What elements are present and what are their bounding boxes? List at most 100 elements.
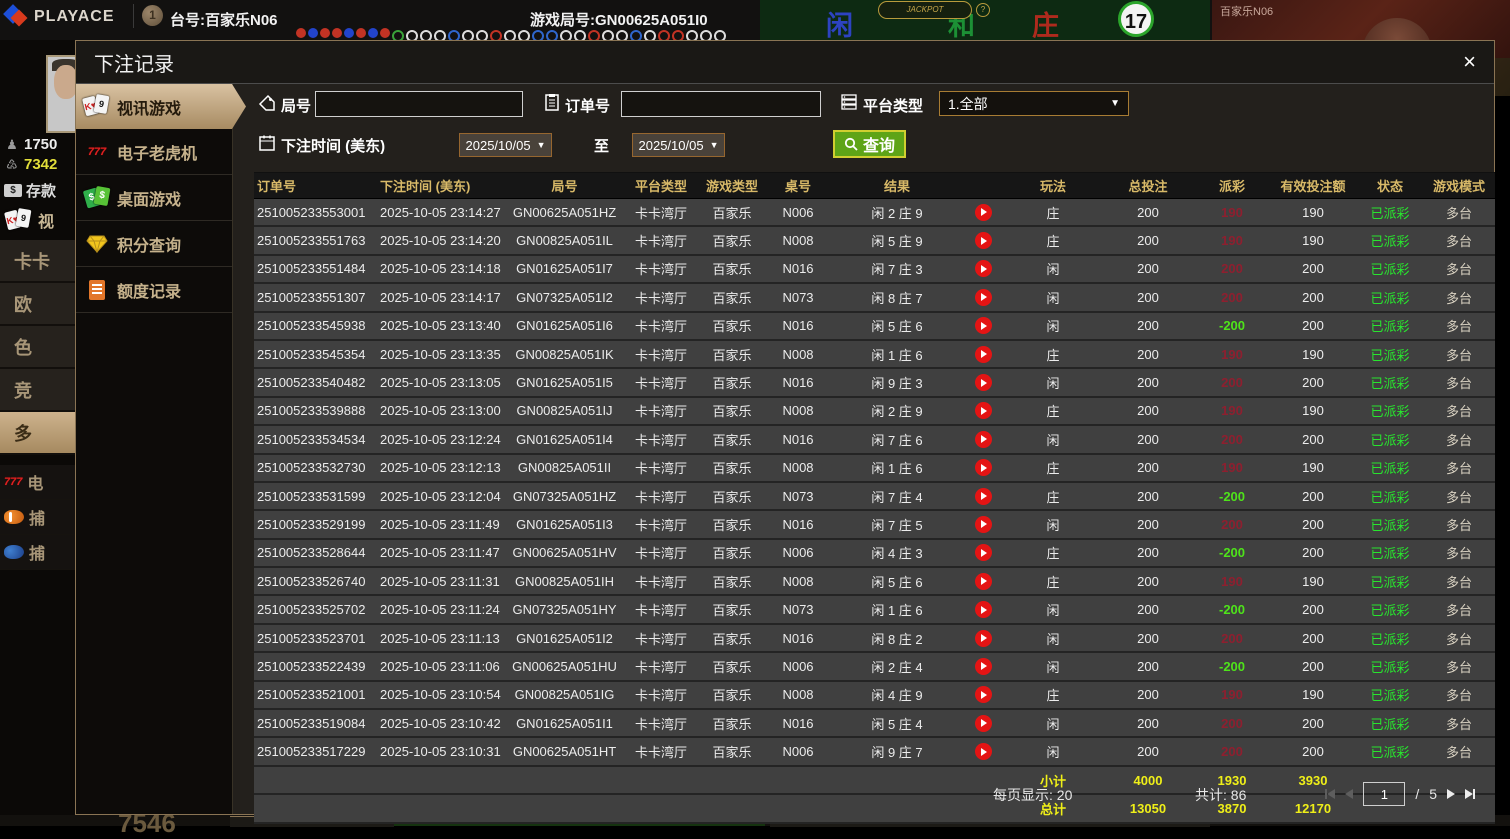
deposit-button[interactable]: $ 存款 [4,180,56,201]
platform-type: 卡卡湾厅 [634,631,687,647]
replay-button[interactable] [974,430,992,448]
fishing2-nav-item[interactable]: 捕 [0,535,75,570]
game-type: 百家乐 [712,659,752,675]
replay-button[interactable] [974,657,992,675]
replay-button[interactable] [974,459,992,477]
bet-time: 2025-10-05 23:12:13 [380,460,501,476]
valid-bet: 190 [1302,346,1324,362]
close-icon[interactable]: × [1463,51,1476,73]
table-row: 251005233531599 2025-10-05 23:12:04 GN0732… [254,482,1495,512]
replay-button[interactable] [974,572,992,590]
game-mode: 多台 [1445,262,1472,278]
play-icon [981,747,987,756]
prev-page-button[interactable] [1345,789,1354,799]
platform-select[interactable]: 1.全部 ▼ [939,91,1129,116]
slots-nav-item[interactable]: 777 电 [0,465,75,500]
lobby-nav-item-active[interactable]: 多 [0,412,75,455]
replay-button[interactable] [974,686,992,704]
bet-type: 闲 [1046,319,1060,335]
game-type: 百家乐 [712,432,752,448]
table-number: N008 [782,346,814,362]
replay-button[interactable] [974,714,992,732]
total-bet: 200 [1137,261,1159,277]
fishing-nav-item[interactable]: 捕 [0,500,75,535]
video-games-section[interactable]: K♥ 9 视 [4,208,54,232]
payout-value: 200 [1221,516,1243,532]
order-filter-label: 订单号 [565,98,611,115]
game-mode: 多台 [1445,290,1472,306]
replay-button[interactable] [974,232,992,250]
replay-button[interactable] [974,544,992,562]
lobby-nav-item[interactable]: 色 [0,326,75,369]
table-row: 251005233528644 2025-10-05 23:11:47 GN0062… [254,539,1495,569]
replay-button[interactable] [974,629,992,647]
bead-road [296,28,390,38]
table-number: N016 [782,318,814,334]
page-number-input[interactable] [1363,782,1406,806]
bet-time: 2025-10-05 23:13:05 [380,375,501,391]
last-page-button[interactable] [1465,789,1475,799]
payout-value: 200 [1221,744,1243,760]
bet-banker-button[interactable]: 庄 [1032,4,1059,40]
total-bet: 200 [1137,545,1159,561]
bet-type: 庄 [1046,234,1060,250]
result-value: 闲 2 庄 4 [871,659,923,675]
game-type: 百家乐 [712,205,752,221]
modal-title-bar: 下注记录 × [76,41,1494,84]
replay-button[interactable] [974,601,992,619]
replay-button[interactable] [974,374,992,392]
round-input[interactable] [315,91,523,117]
replay-button[interactable] [974,317,992,335]
status-badge: 已派彩 [1370,574,1410,590]
order-number: 251005233532730 [257,460,366,476]
chevron-down-icon: ▼ [1110,98,1120,109]
game-mode: 多台 [1445,432,1472,448]
valid-bet: 200 [1302,431,1324,447]
payout-value: 190 [1221,233,1243,249]
play-icon [981,435,987,444]
replay-button[interactable] [974,260,992,278]
game-type: 百家乐 [712,319,752,335]
game-type: 百家乐 [712,262,752,278]
replay-button[interactable] [974,487,992,505]
replay-button[interactable] [974,345,992,363]
bet-player-button[interactable]: 闲 [826,4,853,40]
search-button[interactable]: 查询 [833,130,907,158]
replay-button[interactable] [974,203,992,221]
next-page-button[interactable] [1447,789,1455,799]
order-number: 251005233551763 [257,233,366,249]
tab-points-query[interactable]: 积分查询 [76,221,232,267]
jackpot-help-icon[interactable]: ? [976,3,990,17]
tab-table-games[interactable]: $ $ 桌面游戏 [76,175,232,221]
tab-video-games[interactable]: K♥ 9 视讯游戏 [76,84,246,129]
result-value: 闲 7 庄 5 [871,517,923,533]
round-number: GN00625A051HZ [512,204,617,220]
round-number: GN07325A051HZ [512,488,617,504]
replay-button[interactable] [974,402,992,420]
result-value: 闲 8 庄 7 [871,290,923,306]
order-number: 251005233545938 [257,318,366,334]
lobby-nav-item[interactable]: 竞 [0,369,75,412]
tab-slots[interactable]: 777 电子老虎机 [76,129,232,175]
bead-marker [344,28,354,38]
result-value: 闲 2 庄 9 [871,404,923,420]
table-row: 251005233517229 2025-10-05 23:10:31 GN0062… [254,738,1495,767]
play-cell [962,544,1004,562]
replay-button[interactable] [974,288,992,306]
order-input[interactable] [621,91,821,117]
column-header: 游戏类型 [705,179,758,194]
date-to-select[interactable]: 2025/10/05 ▼ [632,133,725,157]
replay-button[interactable] [974,743,992,761]
table-row: 251005233553001 2025-10-05 23:14:27 GN0062… [254,199,1495,228]
lobby-nav-item[interactable]: 欧 [0,283,75,326]
round-number: GN07325A051I2 [516,289,613,305]
status-badge: 已派彩 [1370,517,1410,533]
tab-credit-records[interactable]: 额度记录 [76,267,232,313]
column-header: 下注时间 (美东) [380,179,471,194]
replay-button[interactable] [974,515,992,533]
first-page-button[interactable] [1325,789,1336,799]
valid-bet: 200 [1302,545,1324,561]
date-from-select[interactable]: 2025/10/05 ▼ [459,133,552,157]
cards-icon: K♥ 9 [82,93,110,120]
lobby-nav-item[interactable]: 卡卡 [0,240,75,283]
